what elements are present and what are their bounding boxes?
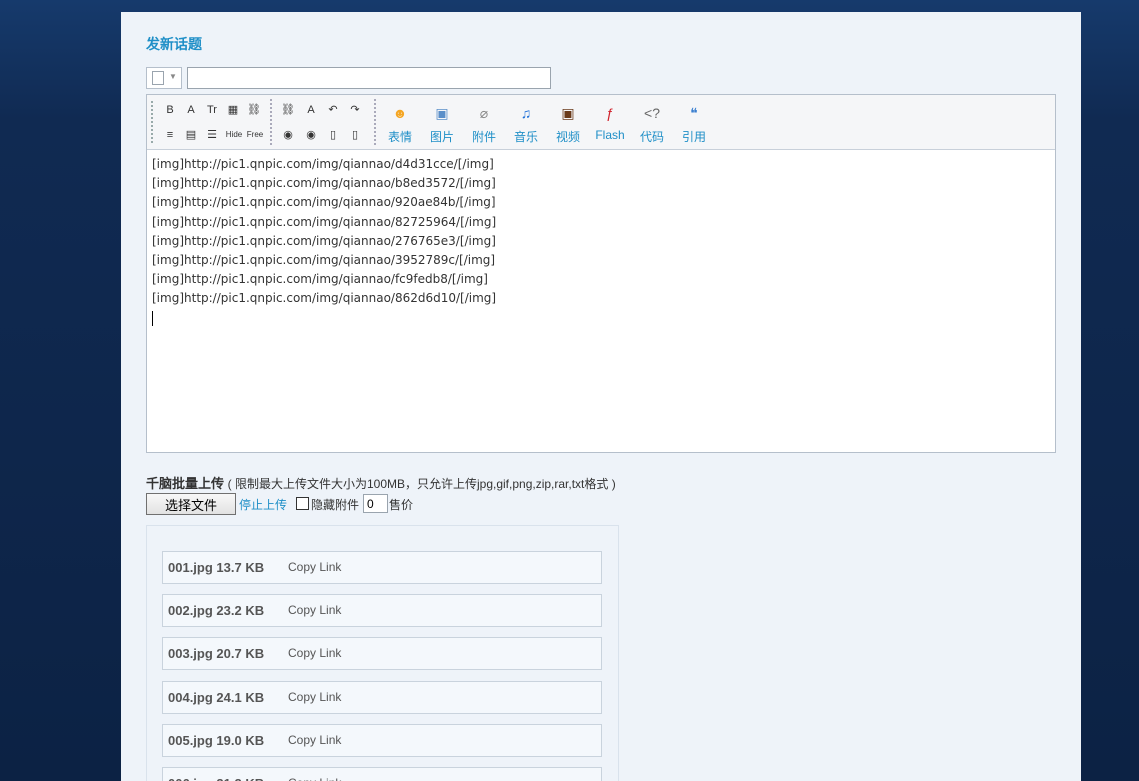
editor: B A Tr ▦ ⛓ ⛓ A ↶ ↷ ≡ ▤ ☰ Hide Free ◉ ◉ ▯ ▯ ☻ 表情 ▣ 图片 ⌀ 附件 ♫ 音乐 ▣ 视… [146, 94, 1056, 453]
font-size-icon[interactable]: Tr [203, 101, 221, 119]
image-button[interactable]: ▣ 图片 [423, 101, 461, 145]
emoji-icon: ☻ [392, 105, 408, 121]
remove-format-icon[interactable]: A [302, 101, 320, 119]
quote-label: 引用 [681, 130, 706, 144]
hide-attachment-label: 隐藏附件 [311, 498, 360, 512]
image-icon: ▣ [435, 105, 449, 121]
attach-icon: ⌀ [479, 105, 489, 121]
link-icon[interactable]: ⛓ [245, 101, 263, 119]
flash-icon: ƒ [606, 105, 614, 121]
text-caret [152, 310, 153, 326]
editor-line: [img]http://pic1.qnpic.com/img/qiannao/8… [152, 291, 497, 306]
code-label: 代码 [639, 130, 664, 144]
flash-label: Flash [595, 128, 625, 142]
hide-icon[interactable]: Hide [224, 126, 244, 144]
file-row: 006.jpg 21.2 KB Copy Link [162, 767, 602, 781]
document-icon [152, 71, 164, 85]
chevron-down-icon: ▼ [169, 72, 177, 81]
code-button[interactable]: <? 代码 [633, 101, 671, 145]
video-button[interactable]: ▣ 视频 [549, 101, 587, 145]
file-name: 004.jpg 24.1 KB [168, 689, 265, 705]
toolbar-separator [270, 99, 272, 145]
unlink-icon[interactable]: ⛓ [279, 101, 297, 119]
editor-line: [img]http://pic1.qnpic.com/img/qiannao/b… [152, 176, 496, 191]
file-name: 001.jpg 13.7 KB [168, 560, 265, 575]
hide-attachment-checkbox[interactable] [296, 497, 309, 510]
editor-line: [img]http://pic1.qnpic.com/img/qiannao/8… [152, 214, 497, 229]
copy-link-button[interactable]: Copy Link [288, 646, 341, 660]
music-button[interactable]: ♫ 音乐 [507, 101, 545, 145]
file-name: 002.jpg 23.2 KB [168, 603, 265, 619]
page-title: 发新话题 [146, 36, 202, 52]
play-icon[interactable]: ◉ [302, 126, 320, 144]
editor-line: [img]http://pic1.qnpic.com/img/qiannao/3… [152, 253, 496, 268]
copy-link-button[interactable]: Copy Link [288, 776, 341, 781]
file-row: 003.jpg 20.7 KB Copy Link [162, 637, 602, 671]
editor-line: [img]http://pic1.qnpic.com/img/qiannao/9… [152, 195, 496, 210]
price-label: 售价 [389, 498, 414, 512]
search-icon[interactable]: ◉ [279, 126, 297, 144]
attach-label: 附件 [471, 130, 496, 144]
copy-link-button[interactable]: Copy Link [288, 733, 341, 747]
editor-line: [img]http://pic1.qnpic.com/img/qiannao/2… [152, 233, 496, 248]
page-icon[interactable]: ▯ [324, 126, 342, 144]
editor-toolbar: B A Tr ▦ ⛓ ⛓ A ↶ ↷ ≡ ▤ ☰ Hide Free ◉ ◉ ▯ ▯ ☻ 表情 ▣ 图片 ⌀ 附件 ♫ 音乐 ▣ 视… [147, 95, 1055, 150]
editor-line: [img]http://pic1.qnpic.com/img/qiannao/f… [152, 272, 488, 287]
color-grid-icon[interactable]: ▦ [224, 101, 242, 119]
file-name: 006.jpg 21.2 KB [168, 776, 264, 781]
stop-upload-link[interactable]: 停止上传 [239, 496, 287, 513]
price-input[interactable] [363, 494, 388, 513]
subject-input[interactable] [187, 67, 551, 89]
copy-link-button[interactable]: Copy Link [288, 560, 341, 574]
upload-limit-note: ( 限制最大上传文件大小为100MB，只允许上传jpg,gif,png,zip,… [227, 477, 616, 491]
file-name: 005.jpg 19.0 KB [168, 732, 265, 748]
quote-icon: ❝ [690, 105, 698, 121]
font-color-icon[interactable]: A [182, 101, 200, 119]
video-icon: ▣ [561, 105, 575, 121]
select-file-button[interactable]: 选择文件 [146, 493, 236, 515]
file-row: 002.jpg 23.2 KB Copy Link [162, 594, 602, 628]
file-row: 005.jpg 19.0 KB Copy Link [162, 723, 602, 757]
free-icon[interactable]: Free [245, 126, 265, 144]
upload-title-text: 千脑批量上传 [146, 476, 225, 491]
post-type-select[interactable]: ▼ [146, 67, 182, 89]
file-row: 001.jpg 13.7 KB Copy Link [162, 551, 602, 584]
file-name: 003.jpg 20.7 KB [168, 646, 265, 662]
bold-icon[interactable]: B [161, 101, 179, 119]
emoji-button[interactable]: ☻ 表情 [381, 101, 419, 145]
redo-icon[interactable]: ↷ [346, 101, 364, 119]
video-label: 视频 [555, 130, 580, 144]
editor-content[interactable]: [img]http://pic1.qnpic.com/img/qiannao/d… [152, 155, 1052, 326]
flash-button[interactable]: ƒ Flash [591, 101, 629, 145]
attach-button[interactable]: ⌀ 附件 [465, 101, 503, 145]
quote-button[interactable]: ❝ 引用 [675, 101, 713, 145]
toolbar-grip [151, 101, 153, 143]
music-label: 音乐 [513, 130, 538, 144]
uploaded-file-list: 001.jpg 13.7 KB Copy Link 002.jpg 23.2 KB C… [146, 525, 619, 781]
paste-icon[interactable]: ▤ [182, 126, 200, 144]
file-row: 004.jpg 24.1 KB Copy Link [162, 680, 602, 714]
undo-icon[interactable]: ↶ [324, 101, 342, 119]
page-break-icon[interactable]: ▯ [346, 126, 364, 144]
align-icon[interactable]: ≡ [161, 126, 179, 144]
copy-link-button[interactable]: Copy Link [288, 690, 341, 704]
emoji-label: 表情 [387, 130, 412, 144]
editor-line: [img]http://pic1.qnpic.com/img/qiannao/d… [152, 157, 494, 171]
image-label: 图片 [429, 130, 454, 144]
ordered-list-icon[interactable]: ☰ [203, 126, 221, 144]
post-panel: 发新话题 ▼ B A Tr ▦ ⛓ ⛓ A ↶ ↷ ≡ ▤ ☰ Hide Free ◉ ◉ ▯ ▯ ☻ 表情 ▣ 图片 ⌀… [121, 12, 1081, 781]
code-icon: <? [644, 105, 660, 121]
music-icon: ♫ [520, 105, 532, 121]
toolbar-separator [374, 99, 376, 145]
upload-title: 千脑批量上传 ( 限制最大上传文件大小为100MB，只允许上传jpg,gif,p… [146, 473, 616, 492]
copy-link-button[interactable]: Copy Link [288, 603, 341, 617]
